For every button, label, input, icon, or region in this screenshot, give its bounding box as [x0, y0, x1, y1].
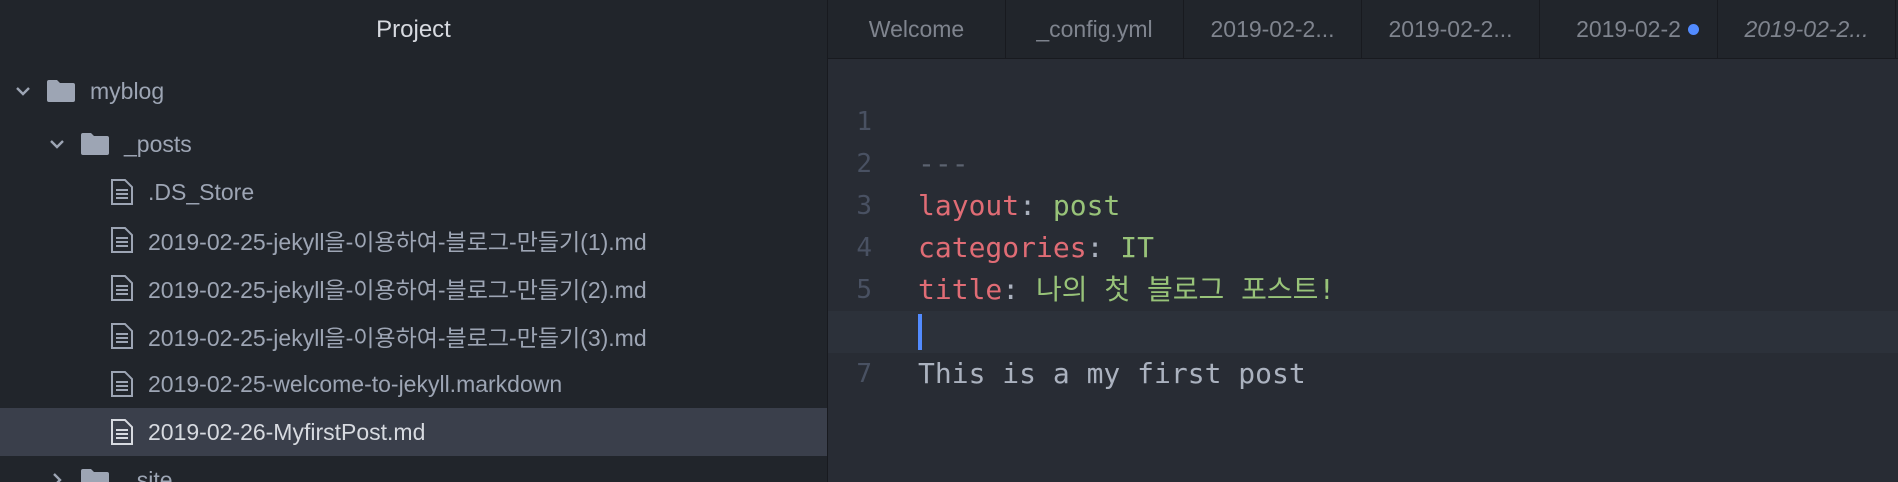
tree-item-label: 2019-02-25-jekyll을-이용하여-블로그-만들기(3).md	[148, 325, 647, 351]
code-line: 2 layout: post	[828, 101, 1898, 222]
line-content: This is a my first post	[918, 357, 1306, 390]
tab-config-yml[interactable]: _config.yml	[1006, 0, 1184, 58]
chevron-down-icon[interactable]	[14, 82, 32, 100]
folder-icon	[80, 132, 110, 156]
chevron-right-icon[interactable]	[48, 471, 66, 482]
tab-post-preview[interactable]: 2019-02-2...	[1718, 0, 1896, 58]
tree-folder-site[interactable]: _site	[0, 456, 827, 482]
folder-icon	[80, 468, 110, 482]
tab-label: 2019-02-2...	[1210, 16, 1335, 42]
code-line: 3 categories: IT	[828, 143, 1898, 264]
code-line: 5 ---	[828, 227, 1898, 348]
tree-file-post-2[interactable]: 2019-02-25-jekyll을-이용하여-블로그-만들기(2).md	[0, 264, 827, 312]
tree-view-title: Project	[376, 16, 451, 43]
chevron-down-icon[interactable]	[48, 135, 66, 153]
tree-file-post-3[interactable]: 2019-02-25-jekyll을-이용하여-블로그-만들기(3).md	[0, 312, 827, 360]
tab-welcome[interactable]: Welcome	[828, 0, 1006, 58]
tab-post-modified[interactable]: 2019-02-2	[1540, 0, 1718, 58]
code-line: 4 title: 나의 첫 블로그 포스트!	[828, 185, 1898, 306]
tree-file-welcome[interactable]: 2019-02-25-welcome-to-jekyll.markdown	[0, 360, 827, 408]
tab-post-a[interactable]: 2019-02-2...	[1184, 0, 1362, 58]
tree-folder-myblog[interactable]: myblog	[0, 67, 827, 115]
tree-file-post-1[interactable]: 2019-02-25-jekyll을-이용하여-블로그-만들기(1).md	[0, 216, 827, 264]
file-text-icon	[110, 370, 134, 398]
modified-indicator-icon	[1688, 24, 1699, 35]
editor-pane: Welcome _config.yml 2019-02-2... 2019-02…	[828, 0, 1898, 482]
tree-item-label: 2019-02-25-jekyll을-이용하여-블로그-만들기(1).md	[148, 229, 647, 255]
tab-post-b[interactable]: 2019-02-2...	[1362, 0, 1540, 58]
file-text-icon	[110, 322, 134, 350]
tree-item-label: _posts	[124, 130, 192, 157]
tree-item-label: 2019-02-25-welcome-to-jekyll.markdown	[148, 370, 563, 397]
tab-label: Welcome	[868, 16, 965, 42]
tab-bar: Welcome _config.yml 2019-02-2... 2019-02…	[828, 0, 1898, 59]
tab-label: 2019-02-2...	[1744, 16, 1869, 42]
code-line-active: 7	[828, 311, 1898, 389]
tab-label: 2019-02-2	[1576, 16, 1681, 42]
tree-item-label: 2019-02-26-MyfirstPost.md	[148, 418, 426, 445]
file-text-icon	[110, 178, 134, 206]
tree-item-label: myblog	[90, 77, 165, 104]
tree-file-ds-store[interactable]: .DS_Store	[0, 168, 827, 216]
tree-folder-posts[interactable]: _posts	[0, 120, 827, 168]
code-line: 1 ---	[828, 59, 1898, 180]
file-text-icon	[110, 226, 134, 254]
tab-label: 2019-02-2...	[1388, 16, 1513, 42]
line-number: 7	[856, 359, 872, 389]
file-text-icon	[110, 274, 134, 302]
tree-view-panel: Project myblog _posts .DS_Store 2019-02-…	[0, 0, 828, 482]
editor-window: Project myblog _posts .DS_Store 2019-02-…	[0, 0, 1898, 482]
code-line: 6 This is a my first post	[828, 269, 1898, 390]
folder-icon	[46, 79, 76, 103]
tree-item-label: 2019-02-25-jekyll을-이용하여-블로그-만들기(2).md	[148, 277, 647, 303]
tab-label: _config.yml	[1036, 16, 1153, 42]
text-cursor	[918, 314, 922, 350]
tree-item-label: .DS_Store	[148, 178, 255, 205]
tree-file-myfirstpost[interactable]: 2019-02-26-MyfirstPost.md	[0, 408, 827, 456]
tree-item-label: _site	[124, 466, 173, 482]
file-text-icon	[110, 418, 134, 446]
